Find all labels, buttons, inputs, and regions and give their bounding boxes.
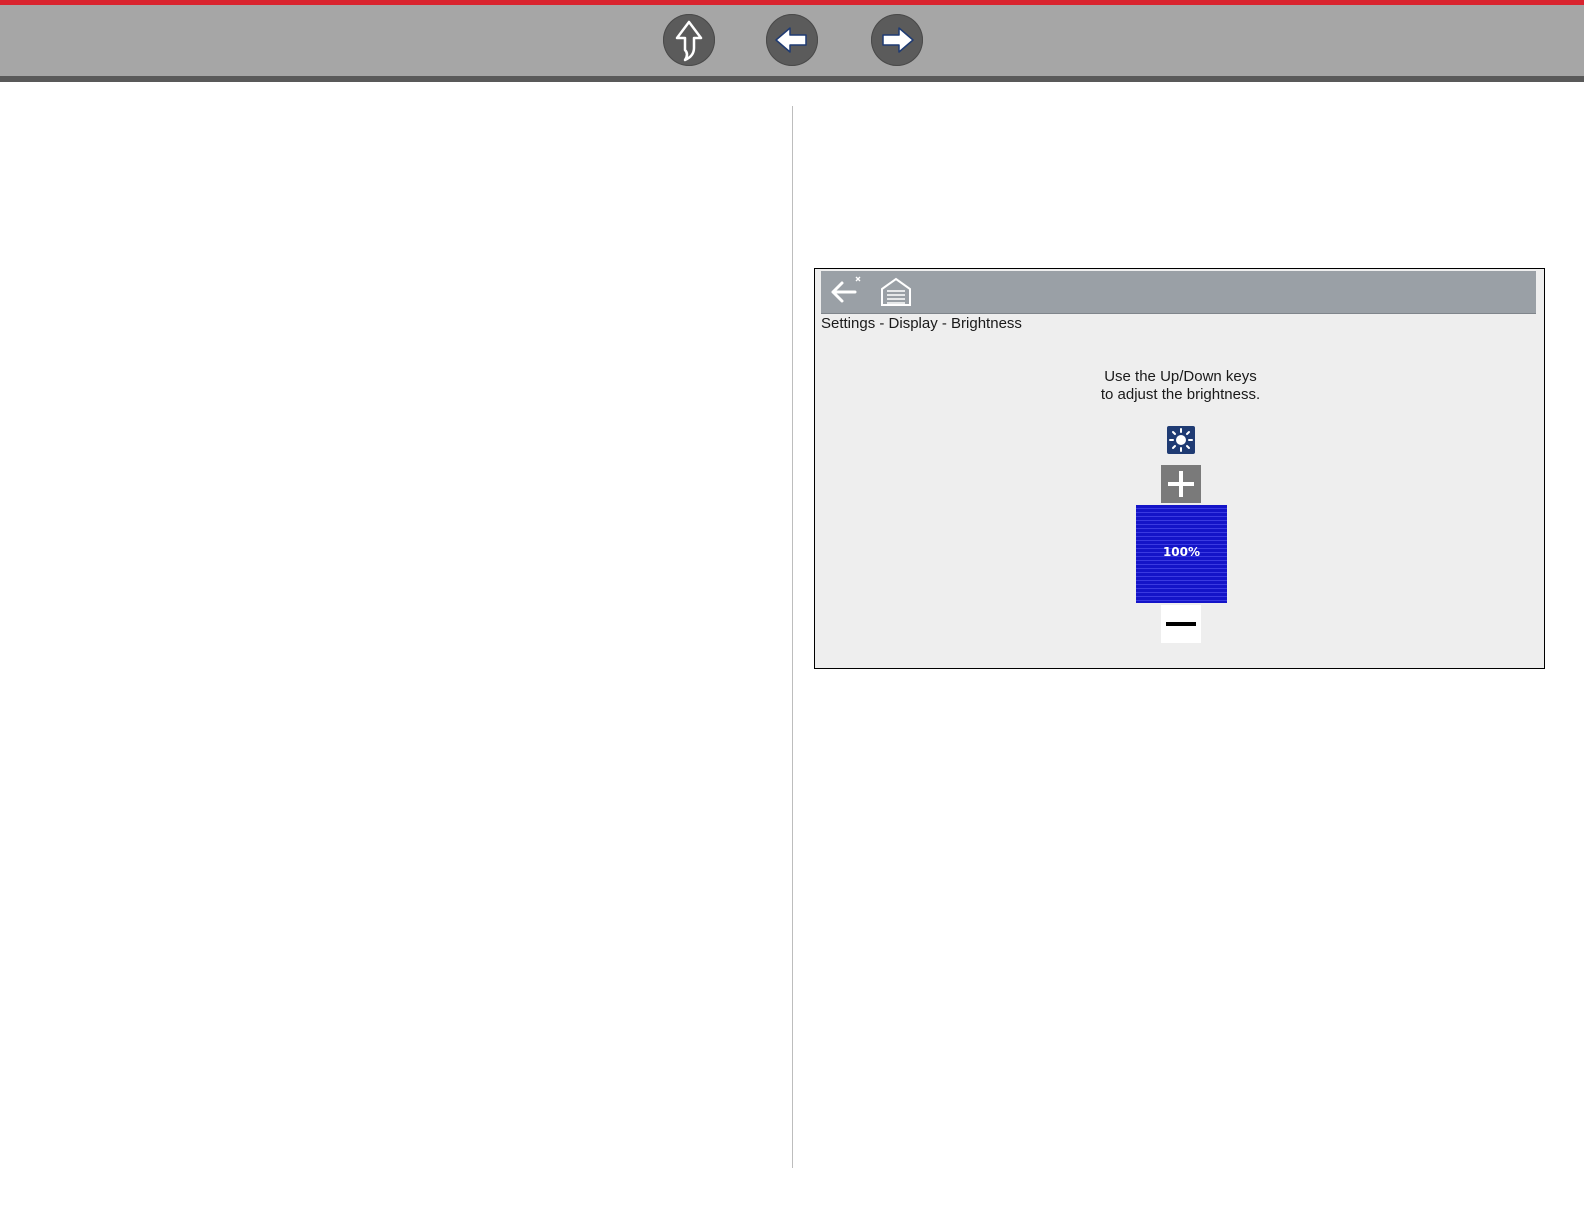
brightness-level-bar: 100% xyxy=(1136,505,1227,603)
up-button[interactable] xyxy=(663,14,715,66)
top-navigation-bar xyxy=(0,0,1584,82)
device-screenshot: Settings - Display - Brightness Use the … xyxy=(814,268,1545,669)
plus-icon xyxy=(1168,471,1194,497)
instruction-line-1: Use the Up/Down keys xyxy=(1104,368,1257,385)
accent-line xyxy=(0,0,1584,5)
minus-icon xyxy=(1166,622,1196,626)
right-arrow-icon xyxy=(882,27,914,53)
up-arrow-icon xyxy=(675,20,703,62)
decrease-brightness-button[interactable] xyxy=(1161,605,1201,643)
previous-button[interactable] xyxy=(766,14,818,66)
brightness-level-label: 100% xyxy=(1162,545,1201,559)
home-icon[interactable] xyxy=(877,273,915,311)
breadcrumb: Settings - Display - Brightness xyxy=(821,315,1022,332)
toolbar-bottom-border xyxy=(0,76,1584,82)
next-button[interactable] xyxy=(871,14,923,66)
column-divider xyxy=(792,106,793,1168)
screen-toolbar xyxy=(821,271,1536,314)
instruction-line-2: to adjust the brightness. xyxy=(1100,386,1261,403)
instruction-text: Use the Up/Down keys to adjust the brigh… xyxy=(815,368,1546,404)
sun-icon xyxy=(1167,426,1195,454)
back-arrow-icon[interactable] xyxy=(825,273,863,311)
increase-brightness-button[interactable] xyxy=(1161,465,1201,503)
left-arrow-icon xyxy=(775,27,807,53)
